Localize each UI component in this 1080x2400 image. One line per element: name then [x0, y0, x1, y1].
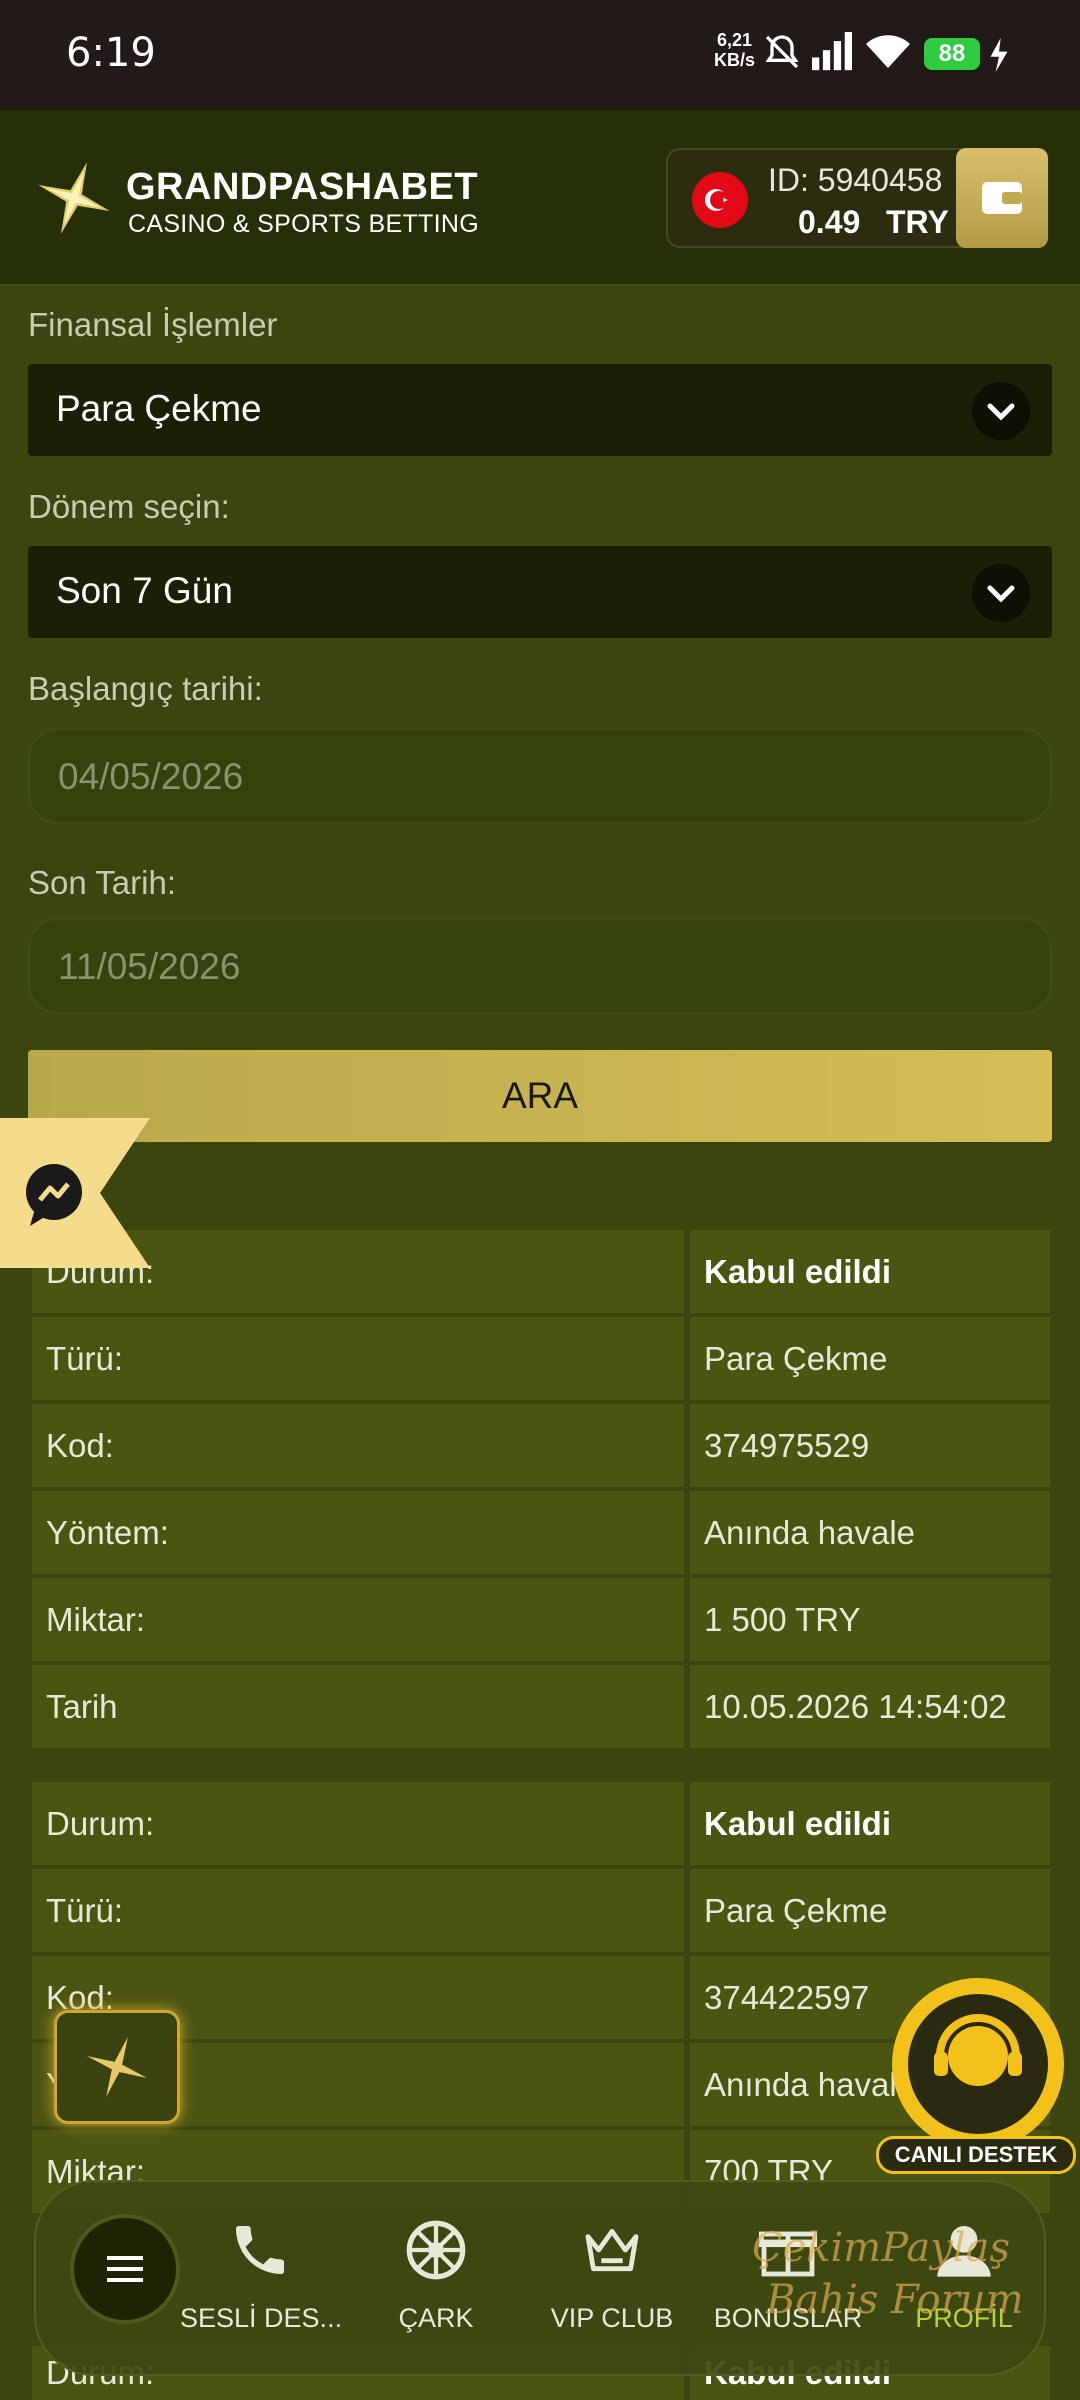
wifi-icon [866, 35, 910, 68]
charging-icon [990, 38, 1008, 72]
nav-bonuses[interactable]: BONUSLAR [708, 2218, 868, 2334]
site-header: GRANDPASHABET CASINO & SPORTS BETTING ID… [0, 110, 1080, 286]
crown-icon [585, 2228, 639, 2272]
period-select-value: Son 7 Gün [56, 570, 233, 611]
hamburger-menu-icon [107, 2256, 143, 2282]
floating-star-button[interactable] [54, 2010, 180, 2124]
table-row: Yöntem: Anında havale [30, 1491, 1050, 1578]
net-speed: 6,21 KB/s [714, 30, 756, 70]
end-date-label: Son Tarih: [28, 864, 176, 901]
status-value: Kabul edildi [690, 1782, 1050, 1865]
bottom-navigation: SESLİ DES... ÇARK VIP CLUB BONUSLAR PROF… [34, 2180, 1046, 2376]
row-key: Tarih [32, 1665, 684, 1748]
table-row: Türü: Para Çekme [30, 1869, 1050, 1956]
turkey-flag-icon [692, 172, 748, 228]
table-row: Miktar: 1 500 TRY [30, 1578, 1050, 1665]
row-value: Anında havale [690, 1491, 1050, 1574]
gift-icon [758, 2231, 818, 2277]
table-row: Durum: Kabul edildi [30, 1230, 1050, 1317]
period-label: Dönem seçin: [28, 488, 230, 525]
table-row: Türü: Para Çekme [30, 1317, 1050, 1404]
row-value: 374975529 [690, 1404, 1050, 1487]
transaction-table: Durum: Kabul edildi Türü: Para Çekme Kod… [30, 1230, 1050, 1752]
table-row: Kod: 374975529 [30, 1404, 1050, 1491]
row-value: 1 500 TRY [690, 1578, 1050, 1661]
account-balance: 0.49 [798, 204, 861, 240]
start-date-field[interactable]: 04/05/2026 [28, 728, 1052, 824]
finance-select[interactable]: Para Çekme [28, 364, 1052, 456]
start-date-label: Başlangıç tarihi: [28, 670, 263, 707]
end-date-field[interactable]: 11/05/2026 [28, 918, 1052, 1014]
period-select[interactable]: Son 7 Gün [28, 546, 1052, 638]
row-key: Türü: [32, 1869, 684, 1952]
nav-wheel[interactable]: ÇARK [356, 2218, 516, 2334]
nav-label: ÇARK [398, 2303, 474, 2333]
row-key: Yöntem: [32, 1491, 684, 1574]
chat-bubble-icon [0, 1118, 150, 1268]
wallet-icon [982, 182, 1022, 214]
account-box[interactable]: ID: 5940458 0.49 TRY [666, 148, 1048, 248]
chevron-down-icon [972, 382, 1030, 440]
row-key: Türü: [32, 1317, 684, 1400]
row-value: Para Çekme [690, 1317, 1050, 1400]
signal-icon [812, 32, 852, 71]
fortune-wheel-icon [406, 2220, 466, 2280]
nav-label: BONUSLAR [713, 2303, 863, 2333]
row-value: 10.05.2026 14:54:02 [690, 1665, 1050, 1748]
nav-label: PROFİL [915, 2303, 1013, 2333]
row-key: Miktar: [32, 1578, 684, 1661]
finance-select-value: Para Çekme [56, 388, 262, 429]
brand-tagline: CASINO & SPORTS BETTING [128, 210, 479, 238]
end-date-value: 11/05/2026 [58, 946, 241, 987]
account-id: ID: 5940458 [768, 162, 943, 198]
status-value: Kabul edildi [690, 1230, 1050, 1313]
nav-profile[interactable]: PROFİL [884, 2218, 1044, 2334]
row-value: Para Çekme [690, 1869, 1050, 1952]
table-row: Tarih 10.05.2026 14:54:02 [30, 1665, 1050, 1752]
brand-star-icon[interactable] [36, 160, 112, 236]
brand-star-icon [86, 2036, 148, 2098]
status-bar: 6:19 6,21 KB/s 88 [0, 0, 1080, 110]
headset-agent-icon [892, 1978, 1064, 2150]
live-support-label: CANLI DESTEK [876, 2136, 1076, 2174]
row-key: Kod: [32, 1404, 684, 1487]
nav-voice-support[interactable]: SESLİ DES... [180, 2218, 343, 2334]
battery-indicator: 88 [924, 38, 980, 70]
finance-label: Finansal İşlemler [28, 306, 278, 343]
search-button[interactable]: ARA [28, 1050, 1052, 1142]
phone-icon [236, 2226, 284, 2274]
menu-button[interactable] [70, 2214, 180, 2324]
wallet-button[interactable] [956, 148, 1048, 248]
nav-label: SESLİ DES... [180, 2303, 343, 2333]
brand-name[interactable]: GRANDPASHABET [126, 166, 478, 209]
chevron-down-icon [972, 564, 1030, 622]
status-time: 6:19 [66, 30, 156, 76]
live-support-button[interactable]: CANLI DESTEK [872, 1976, 1080, 2176]
row-key: Durum: [32, 1782, 684, 1865]
user-icon [937, 2226, 991, 2277]
account-currency: TRY [886, 204, 949, 240]
nav-vip-club[interactable]: VIP CLUB [532, 2218, 692, 2334]
nav-label: VIP CLUB [550, 2303, 674, 2333]
table-row: Durum: Kabul edildi [30, 1782, 1050, 1869]
messenger-tab[interactable] [0, 1118, 150, 1268]
notifications-off-icon [765, 35, 799, 69]
start-date-value: 04/05/2026 [58, 756, 244, 797]
